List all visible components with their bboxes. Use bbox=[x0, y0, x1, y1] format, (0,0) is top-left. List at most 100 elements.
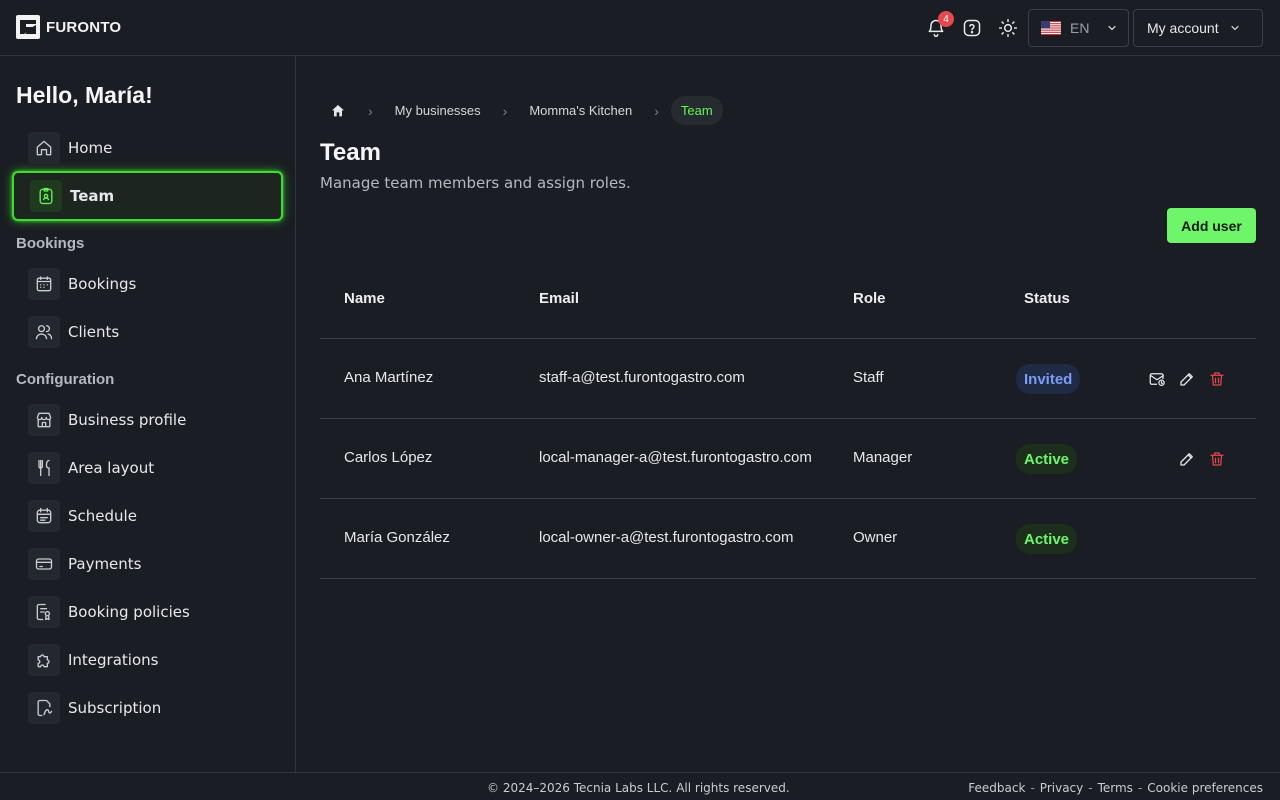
cutlery-icon bbox=[28, 452, 60, 484]
cell-name: María González bbox=[344, 529, 450, 546]
logo-text: FURONTO bbox=[46, 18, 122, 36]
sidebar-item-label: Schedule bbox=[68, 507, 137, 525]
home-icon bbox=[28, 132, 60, 164]
help-button[interactable] bbox=[958, 14, 986, 42]
cell-role: Staff bbox=[853, 369, 884, 386]
copyright: © 2024–2026 Tecnia Labs LLC. All rights … bbox=[487, 781, 790, 795]
trash-icon bbox=[1210, 372, 1224, 386]
delete-button[interactable] bbox=[1206, 368, 1228, 390]
card-icon bbox=[28, 548, 60, 580]
cell-email: local-manager-a@test.furontogastro.com bbox=[539, 449, 812, 466]
status-badge: Invited bbox=[1016, 364, 1081, 394]
logo[interactable]: FURONTO bbox=[16, 15, 121, 39]
breadcrumb-home[interactable] bbox=[320, 96, 356, 125]
cell-email: staff-a@test.furontogastro.com bbox=[539, 369, 745, 386]
my-account-button[interactable]: My account bbox=[1133, 9, 1263, 47]
breadcrumb-current: Team bbox=[670, 96, 723, 125]
sidebar-item-business-profile[interactable]: Business profile bbox=[12, 395, 283, 445]
column-header-email: Email bbox=[539, 290, 580, 307]
sidebar-item-area-layout[interactable]: Area layout bbox=[12, 443, 283, 493]
footer-links: Feedback - Privacy - Terms - Cookie pref… bbox=[968, 781, 1263, 795]
sidebar: Hello, María! Home Team Bookings Booking… bbox=[0, 56, 296, 772]
sidebar-item-label: Integrations bbox=[68, 651, 159, 669]
sidebar-item-booking-policies[interactable]: Booking policies bbox=[12, 587, 283, 637]
sidebar-item-label: Team bbox=[70, 187, 115, 205]
cell-name: Ana Martínez bbox=[344, 369, 434, 386]
theme-toggle-button[interactable] bbox=[994, 14, 1022, 42]
badge-icon bbox=[30, 180, 62, 212]
puzzle-icon bbox=[28, 644, 60, 676]
pencil-icon bbox=[1180, 453, 1193, 466]
sidebar-item-home[interactable]: Home bbox=[12, 123, 283, 173]
language-label: EN bbox=[1070, 20, 1090, 36]
page-subtitle: Manage team members and assign roles. bbox=[320, 174, 631, 192]
sidebar-section-configuration: Configuration bbox=[16, 371, 115, 388]
notifications-button[interactable]: 4 bbox=[922, 11, 954, 42]
cell-email: local-owner-a@test.furontogastro.com bbox=[539, 529, 794, 546]
sidebar-item-label: Home bbox=[68, 139, 113, 157]
footer: © 2024–2026 Tecnia Labs LLC. All rights … bbox=[0, 772, 1280, 800]
status-badge: Active bbox=[1016, 444, 1078, 474]
account-label: My account bbox=[1147, 20, 1219, 36]
footer-link-cookie-preferences[interactable]: Cookie preferences bbox=[1147, 781, 1263, 795]
sidebar-item-label: Booking policies bbox=[68, 603, 190, 621]
home-icon bbox=[332, 104, 344, 116]
store-icon bbox=[28, 404, 60, 436]
delete-button[interactable] bbox=[1206, 448, 1228, 470]
column-header-role: Role bbox=[853, 290, 886, 307]
sidebar-item-label: Bookings bbox=[68, 275, 137, 293]
sidebar-item-integrations[interactable]: Integrations bbox=[12, 635, 283, 685]
footer-separator: - bbox=[1030, 781, 1035, 795]
status-badge: Active bbox=[1016, 524, 1078, 554]
footer-separator: - bbox=[1137, 781, 1143, 795]
footer-link-terms[interactable]: Terms bbox=[1098, 781, 1133, 795]
help-icon bbox=[963, 19, 981, 37]
sidebar-item-team[interactable]: Team bbox=[12, 171, 283, 221]
chevron-down-icon bbox=[1108, 25, 1117, 31]
column-header-name: Name bbox=[344, 290, 385, 307]
add-user-button[interactable]: Add user bbox=[1167, 208, 1256, 243]
cell-name: Carlos López bbox=[344, 449, 433, 466]
top-bar: FURONTO 4 EN My account bbox=[0, 0, 1280, 56]
edit-button[interactable] bbox=[1176, 448, 1198, 470]
sidebar-item-label: Business profile bbox=[68, 411, 187, 429]
table-row: Ana Martínez staff-a@test.furontogastro.… bbox=[320, 339, 1256, 419]
logo-mark-icon bbox=[16, 15, 40, 39]
sidebar-item-clients[interactable]: Clients bbox=[12, 307, 283, 357]
language-select[interactable]: EN bbox=[1028, 9, 1129, 47]
sidebar-item-payments[interactable]: Payments bbox=[12, 539, 283, 589]
breadcrumb-my-businesses[interactable]: My businesses bbox=[385, 96, 491, 125]
footer-link-privacy[interactable]: Privacy bbox=[1040, 781, 1083, 795]
sidebar-item-label: Clients bbox=[68, 323, 120, 341]
sidebar-item-label: Payments bbox=[68, 555, 142, 573]
edit-button[interactable] bbox=[1176, 368, 1198, 390]
breadcrumb-business[interactable]: Momma's Kitchen bbox=[519, 96, 642, 125]
sidebar-item-bookings[interactable]: Bookings bbox=[12, 259, 283, 309]
table-row: Carlos López local-manager-a@test.furont… bbox=[320, 419, 1256, 499]
resend-mail-icon bbox=[1149, 373, 1165, 387]
chevron-right-icon: › bbox=[368, 102, 373, 119]
chevron-down-icon bbox=[1230, 25, 1239, 31]
sidebar-item-schedule[interactable]: Schedule bbox=[12, 491, 283, 541]
greeting: Hello, María! bbox=[16, 82, 153, 108]
cell-role: Owner bbox=[853, 529, 898, 546]
notification-badge: 4 bbox=[938, 11, 954, 27]
team-table: Name Email Role Status Ana Martínez staf… bbox=[320, 259, 1256, 579]
column-header-status: Status bbox=[1024, 290, 1070, 307]
policy-icon bbox=[28, 596, 60, 628]
us-flag-icon bbox=[1041, 21, 1061, 35]
cell-role: Manager bbox=[853, 449, 913, 466]
table-header: Name Email Role Status bbox=[320, 259, 1256, 339]
trash-icon bbox=[1210, 452, 1224, 466]
page-title: Team bbox=[320, 139, 381, 166]
chevron-right-icon: › bbox=[654, 102, 659, 119]
footer-link-feedback[interactable]: Feedback bbox=[968, 781, 1025, 795]
chevron-right-icon: › bbox=[502, 102, 508, 119]
footer-separator: - bbox=[1088, 781, 1093, 795]
sidebar-item-subscription[interactable]: Subscription bbox=[12, 683, 283, 733]
resend-invite-button[interactable] bbox=[1146, 368, 1168, 390]
calendar-icon bbox=[28, 268, 60, 300]
sun-icon bbox=[998, 18, 1018, 38]
subscription-icon bbox=[28, 692, 60, 724]
sidebar-section-bookings: Bookings bbox=[16, 235, 85, 252]
